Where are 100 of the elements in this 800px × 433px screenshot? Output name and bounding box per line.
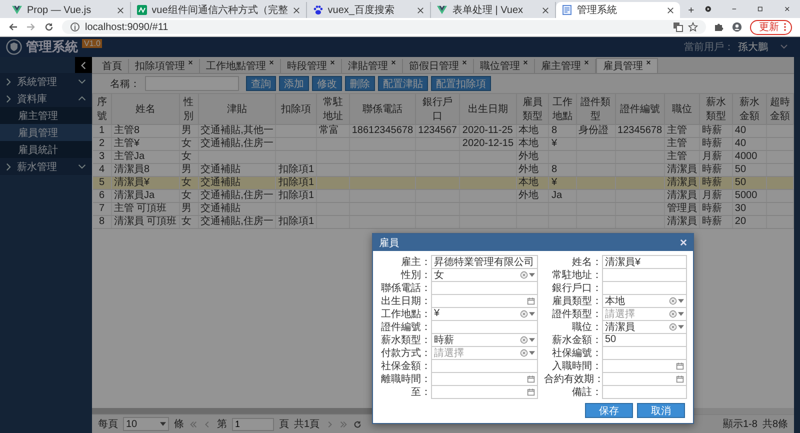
select-field[interactable]: ¥ — [431, 306, 538, 320]
select-field[interactable]: 請選擇 — [602, 306, 687, 320]
tab[interactable]: 時段管理 — [281, 59, 342, 73]
table-cell: ¥ — [548, 138, 576, 150]
table-row[interactable]: 2 主管¥ 女 交通補貼,住房一 2020-12-15 本地 ¥ 主管 時薪 40 — [92, 138, 794, 150]
sidebar-subitem[interactable]: 雇員統計 — [0, 141, 92, 158]
tab[interactable]: 節假日管理 — [403, 59, 474, 73]
table-cell: 30 — [732, 202, 767, 216]
table-cell: 本地 — [516, 176, 549, 190]
table-cell: 40 — [732, 124, 767, 138]
table-cell: 女 — [179, 216, 198, 228]
table-row[interactable]: 7 主管 可頂班 男 交通補貼 管理員 時薪 30 — [92, 202, 794, 216]
column-header[interactable]: 序號 — [92, 94, 112, 124]
sidebar-item[interactable]: 系統管理 — [0, 73, 92, 90]
select-field[interactable]: 本地 — [602, 294, 687, 308]
table-cell: 7 — [92, 202, 112, 216]
column-header[interactable]: 性別 — [179, 94, 198, 124]
browser-tab[interactable]: 管理系統 — [556, 2, 680, 18]
toolbar-button[interactable]: 配置津貼 — [378, 76, 428, 91]
total-pages: 共1頁 — [294, 418, 320, 431]
field-label: 雇員類型： — [551, 294, 602, 308]
select-field[interactable]: 時薪 — [431, 332, 538, 346]
table-cell: 主管¥ — [111, 138, 180, 150]
table-cell: 外地 — [516, 150, 549, 164]
column-header[interactable]: 薪水類型 — [700, 94, 732, 124]
table-cell: 2020-12-15 — [460, 138, 516, 150]
table-row[interactable]: 3 主管Ja 女 外地 主管 月薪 4000 — [92, 150, 794, 164]
column-header[interactable]: 薪水金額 — [732, 94, 767, 124]
table-cell: 主管 可頂班 — [111, 202, 180, 216]
table-cell: 本地 — [516, 124, 549, 138]
table-cell: 主管 — [664, 150, 700, 164]
table-cell: 時薪 — [700, 138, 732, 150]
tab[interactable]: 扣除項管理 — [129, 59, 200, 73]
input-field[interactable]: 昇德特業管理有限公司 — [431, 254, 538, 268]
tab[interactable]: 雇員管理 — [596, 58, 658, 73]
table-cell: 主管 — [664, 138, 700, 150]
update-button[interactable]: 更新 — [750, 20, 792, 34]
table-cell: 清潔員 — [664, 216, 700, 228]
table-cell: 女 — [179, 138, 198, 150]
column-header[interactable]: 職位 — [664, 94, 700, 124]
input-field[interactable]: 50 — [602, 332, 687, 346]
column-header[interactable]: 超時金額 — [766, 94, 794, 124]
sidebar-item[interactable]: 資料庫 — [0, 90, 92, 107]
user-label: 當前用戶： — [684, 40, 734, 54]
field-label: 聯係電話： — [380, 282, 431, 294]
toolbar-button[interactable]: 查詢 — [246, 76, 276, 91]
toolbar-button[interactable]: 修改 — [312, 76, 342, 91]
table-row[interactable]: 8 清潔員 可頂班 女 交通補貼,住房一 扣除項1 清潔員 時薪 20 — [92, 216, 794, 228]
column-header[interactable]: 銀行戶口 — [416, 94, 460, 124]
column-header[interactable]: 證件類型 — [576, 94, 616, 124]
app-title: 管理系統 — [26, 38, 78, 56]
page-label: 第 — [217, 418, 227, 431]
range-summary: 顯示1-8 — [722, 418, 758, 431]
toolbar-button[interactable]: 刪除 — [345, 76, 375, 91]
sidebar-subitem[interactable]: 雇主管理 — [0, 107, 92, 124]
column-header[interactable]: 常駐地址 — [316, 94, 350, 124]
table-cell: 清潔員 — [664, 190, 700, 202]
column-header[interactable]: 聯係電話 — [349, 94, 416, 124]
select-field[interactable]: 清潔員 — [602, 320, 687, 334]
select-field[interactable]: 請選擇 — [431, 346, 538, 360]
table-cell: 主管8 — [111, 124, 180, 138]
dialog-button[interactable]: 保存 — [585, 403, 633, 418]
column-header[interactable]: 雇員類型 — [516, 94, 549, 124]
table-cell: 12345678 — [615, 124, 665, 138]
sidebar-subitem[interactable]: 雇員管理 — [0, 124, 92, 141]
selected-row[interactable]: 5 清潔員¥ 女 交通補貼 扣除項1 本地 ¥ 清潔員 時薪 50 — [92, 176, 794, 190]
tab[interactable]: 工作地點管理 — [200, 59, 281, 73]
page-field[interactable]: 1 — [232, 418, 274, 430]
dialog-button[interactable]: 取消 — [637, 403, 685, 418]
column-header[interactable]: 津貼 — [198, 94, 276, 124]
tab[interactable]: 津貼管理 — [342, 59, 403, 73]
column-header[interactable]: 姓名 — [111, 94, 180, 124]
table-row[interactable]: 6 清潔員Ja 女 交通補貼,住房一 扣除項1 外地 Ja 清潔員 月薪 5000 — [92, 190, 794, 202]
input-field[interactable]: 清潔員¥ — [602, 254, 687, 268]
page-size-select[interactable]: 10 — [123, 417, 169, 431]
field-label: 姓名： — [571, 256, 602, 268]
field-label: 薪水類型： — [380, 334, 431, 346]
select-field[interactable]: 女 — [431, 268, 538, 282]
table-cell: 2 — [92, 138, 112, 150]
table-row[interactable]: 1 主管8 男 交通補貼,其他一 常富 18612345678 1234567 2020-11-25 本地 8 身份證 12345678 主管 時薪 40 — [92, 124, 794, 138]
table-cell: 清潔員¥ — [111, 176, 180, 190]
table-cell: 交通補貼,住房一 — [198, 138, 276, 150]
per-page-label: 每頁 — [98, 418, 118, 431]
version-badge: V1.0 — [82, 39, 102, 48]
field-label: 至： — [410, 386, 431, 398]
sidebar-item[interactable]: 薪水管理 — [0, 158, 92, 175]
column-header[interactable]: 出生日期 — [460, 94, 516, 124]
toolbar-button[interactable]: 配置扣除項 — [431, 76, 491, 91]
tab[interactable]: 職位管理 — [474, 59, 535, 73]
tab[interactable]: 首頁 — [96, 59, 129, 73]
column-header[interactable]: 證件編號 — [615, 94, 665, 124]
field-label: 性別： — [400, 268, 431, 282]
column-header[interactable]: 扣除項 — [276, 94, 316, 124]
table-cell: 交通補貼,住房一 — [198, 190, 276, 202]
table-cell: 18612345678 — [349, 124, 416, 138]
address-bar[interactable]: localhost:9090/#11 — [62, 20, 706, 34]
column-header[interactable]: 工作地點 — [548, 94, 576, 124]
table-cell: 20 — [732, 216, 767, 228]
table-cell: 8 — [548, 124, 576, 138]
toolbar-button[interactable]: 添加 — [279, 76, 309, 91]
